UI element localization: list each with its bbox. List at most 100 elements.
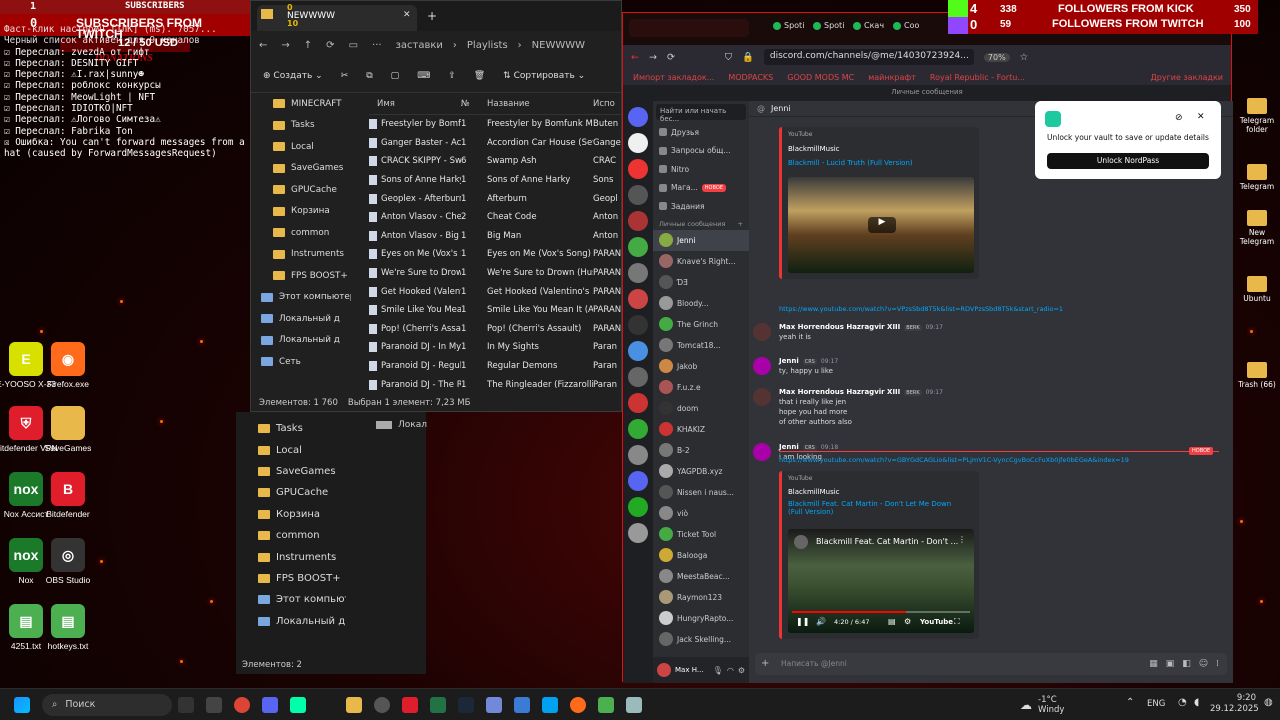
avatar[interactable] <box>753 443 771 461</box>
dm-item[interactable]: Jack Skelling... <box>653 629 749 650</box>
author-name[interactable]: Jenni <box>779 357 799 365</box>
settings-icon[interactable]: ⚙ <box>904 617 911 626</box>
close-tab-icon[interactable]: ✕ <box>403 10 411 20</box>
table-row[interactable]: Pop! (Cherri's Assau...1 Pop! (Cherri's A… <box>369 320 623 339</box>
table-row[interactable]: Paranoid DJ - In My... 1 In My Sights Paran <box>369 338 623 357</box>
dm-item[interactable]: Ticket Tool <box>653 524 749 545</box>
calculator-icon[interactable] <box>206 696 222 713</box>
more-icon[interactable]: ··· <box>372 40 382 51</box>
browser-tab[interactable]: Coo <box>893 21 919 30</box>
github-icon[interactable] <box>374 696 390 713</box>
zoom-level[interactable]: 70% <box>983 52 1010 62</box>
delete-icon[interactable]: 🗑 <box>474 71 485 81</box>
dm-item[interactable]: Tomcat18... <box>653 335 749 356</box>
emoji-icon[interactable]: ☺ <box>1199 659 1208 669</box>
server-icon[interactable] <box>628 263 648 283</box>
bookmark-item[interactable]: Импорт закладок... <box>633 73 714 82</box>
store-icon[interactable] <box>542 696 558 713</box>
forward-icon[interactable]: → <box>649 52 657 63</box>
dm-item[interactable]: Bloody... <box>653 293 749 314</box>
clock[interactable]: 9:20 29.12.2025 <box>1210 693 1259 715</box>
desktop-icon[interactable]: ▤ hotkeys.txt <box>34 604 102 652</box>
table-row[interactable]: Sons of Anne Harky...1 Sons of Anne Harky… <box>369 171 623 190</box>
dm-item[interactable]: F.u.z.e <box>653 377 749 398</box>
photos-icon[interactable] <box>514 696 530 713</box>
server-icon[interactable] <box>628 419 648 439</box>
dm-nav-item[interactable]: Задания <box>653 197 749 216</box>
dm-search[interactable]: Найти или начать бес... <box>656 104 746 123</box>
youtube-link-1[interactable]: https://www.youtube.com/watch?v=VPzsSbd8… <box>779 305 1063 313</box>
nav-item[interactable]: GPUCache <box>251 179 351 201</box>
dm-item[interactable]: Jenni <box>653 229 749 251</box>
youtube-link-2[interactable]: https://www.youtube.com/watch?v=GBYGdCAG… <box>779 456 1129 464</box>
server-icon[interactable] <box>628 315 648 335</box>
nav-item[interactable]: SaveGames <box>251 158 351 180</box>
nav-item[interactable]: Локальный д <box>251 308 351 330</box>
rename-icon[interactable]: ⌨ <box>417 71 430 81</box>
tray-chevron-icon[interactable]: ⌃ <box>1126 697 1134 708</box>
dm-nav-item[interactable]: Запросы общ... <box>653 142 749 161</box>
sticker-icon[interactable]: ◧ <box>1182 659 1191 669</box>
server-icon[interactable] <box>628 237 648 257</box>
breadcrumb-item[interactable]: NEWWWW <box>532 40 585 51</box>
avatar[interactable] <box>753 323 771 341</box>
nav-item[interactable]: Tasks <box>236 418 346 439</box>
table-row[interactable]: We're Sure to Drow...1 We're Sure to Drow… <box>369 264 623 283</box>
star-icon[interactable]: ☆ <box>1020 52 1029 63</box>
nav-item[interactable]: Instruments <box>236 546 346 567</box>
table-row[interactable]: Ganger Baster - Acc...1 Accordion Car Hou… <box>369 134 623 153</box>
nav-item[interactable]: common <box>251 222 351 244</box>
table-row[interactable]: Smile Like You Mea...1 Smile Like You Mea… <box>369 301 623 320</box>
gift-icon[interactable]: ▦ <box>1149 659 1158 669</box>
nav-item[interactable]: Этот компьют <box>236 589 346 610</box>
author-name[interactable]: Jenni <box>779 443 799 451</box>
dm-item[interactable]: HungryRapto... <box>653 608 749 629</box>
task-view-icon[interactable] <box>178 696 194 713</box>
server-icon[interactable] <box>628 159 648 179</box>
apps-icon[interactable]: ⁞ <box>1216 659 1219 669</box>
column-title[interactable]: Название <box>487 99 593 109</box>
dm-item[interactable]: Knave's Right... <box>653 251 749 272</box>
dm-item[interactable]: B-2 <box>653 440 749 461</box>
video-player[interactable]: Blackmill Feat. Cat Martin - Don't ... ⋮… <box>788 529 974 633</box>
chrome-icon[interactable] <box>234 696 250 713</box>
server-icon[interactable] <box>628 341 648 361</box>
play-icon[interactable]: ▶ <box>868 217 896 233</box>
server-icon[interactable] <box>628 289 648 309</box>
column-artist[interactable]: Испо <box>593 99 623 109</box>
url-input[interactable]: discord.com/channels/@me/14030723924... <box>763 49 974 65</box>
table-row[interactable]: Paranoid DJ - The Ri...1 The Ringleader (… <box>369 375 623 394</box>
dm-item[interactable]: Nissen i naus... <box>653 482 749 503</box>
dm-item[interactable]: Jakob <box>653 356 749 377</box>
table-row[interactable]: Anton Vlasov - Big ... 1 Big Man Anton <box>369 227 623 246</box>
server-icon[interactable] <box>628 497 648 517</box>
avatar[interactable] <box>753 388 771 406</box>
table-row[interactable]: Paranoid DJ - Regul...1 Regular Demons Par… <box>369 357 623 376</box>
fullscreen-icon[interactable]: ⛶ <box>954 617 960 627</box>
dm-item[interactable]: doom <box>653 398 749 419</box>
document-icon[interactable] <box>626 696 642 713</box>
unlock-nordpass-button[interactable]: Unlock NordPass <box>1047 153 1209 169</box>
back-icon[interactable]: ← <box>259 40 267 51</box>
paste-icon[interactable]: ▢ <box>391 71 400 81</box>
desktop-icon[interactable]: Trash (66) <box>1234 362 1280 389</box>
captions-icon[interactable]: ▤ <box>888 617 896 626</box>
copy-icon[interactable]: ⧉ <box>366 71 372 81</box>
browser-tab[interactable]: Скач <box>853 21 884 30</box>
youtube-logo[interactable]: YouTube <box>920 618 953 626</box>
nav-item[interactable]: Локальный д <box>251 330 351 352</box>
nav-item[interactable]: FPS BOOST+ <box>251 265 351 287</box>
server-icon[interactable] <box>628 367 648 387</box>
vpn-icon[interactable] <box>262 696 278 713</box>
forward-icon[interactable]: → <box>281 40 289 51</box>
breadcrumb-item[interactable]: Playlists <box>467 40 508 51</box>
nav-item[interactable]: FPS BOOST+ <box>236 568 346 589</box>
windows-start-icon[interactable] <box>14 696 30 713</box>
nav-item[interactable]: Local <box>236 439 346 460</box>
column-name[interactable]: Имя <box>369 99 461 109</box>
embed-author[interactable]: BlackmillMusic <box>788 488 840 496</box>
monitor-icon[interactable]: ▭ <box>349 40 358 51</box>
table-row[interactable]: Get Hooked (Valentin...1 Get Hooked (Vale… <box>369 282 623 301</box>
desktop-icon[interactable]: B Bitdefender <box>34 472 102 520</box>
weather-icon[interactable]: ☁ <box>1020 698 1032 712</box>
